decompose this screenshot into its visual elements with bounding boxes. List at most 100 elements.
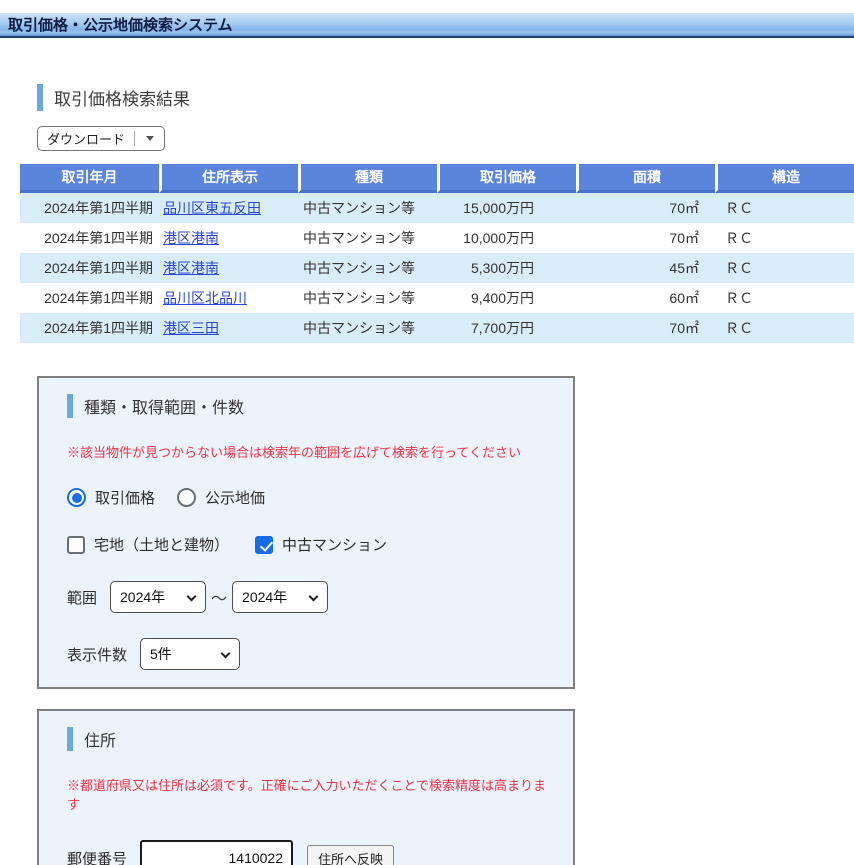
radio-transaction-price-label: 取引価格	[95, 487, 155, 508]
address-warning-text: ※都道府県又は住所は必須です。正確にご入力いただくことで検索精度は高まります	[67, 775, 553, 813]
cell-type: 中古マンション等	[298, 283, 437, 313]
table-header-row: 取引年月 住所表示 種類 取引価格 面積 構造	[20, 164, 854, 193]
column-header-price: 取引価格	[437, 164, 576, 193]
cell-price: 15,000万円	[437, 193, 576, 223]
chevron-down-icon	[187, 592, 197, 602]
checkbox-used-condo-label: 中古マンション	[282, 534, 387, 555]
cell-price: 5,300万円	[437, 253, 576, 283]
year-to-select[interactable]: 2024年	[232, 581, 328, 613]
cell-address: 品川区北品川	[159, 283, 298, 313]
property-type-checkbox-group: 宅地（土地と建物） 中古マンション	[67, 534, 553, 555]
table-row: 2024年第1四半期 品川区北品川 中古マンション等 9,400万円 60㎡ Ｒ…	[20, 283, 854, 313]
cell-price: 7,700万円	[437, 313, 576, 343]
postal-code-label: 郵便番号	[67, 848, 127, 865]
results-section-heading: 取引価格検索結果	[37, 84, 854, 111]
cell-structure: ＲＣ	[715, 193, 854, 223]
cell-period: 2024年第1四半期	[20, 193, 159, 223]
cell-period: 2024年第1四半期	[20, 313, 159, 343]
checkbox-used-condo-group[interactable]: 中古マンション	[255, 534, 387, 555]
table-row: 2024年第1四半期 港区港南 中古マンション等 10,000万円 70㎡ ＲＣ	[20, 223, 854, 253]
cell-address: 港区三田	[159, 313, 298, 343]
table-row: 2024年第1四半期 品川区東五反田 中古マンション等 15,000万円 70㎡…	[20, 193, 854, 223]
address-box: 住所 ※都道府県又は住所は必須です。正確にご入力いただくことで検索精度は高まりま…	[37, 709, 575, 865]
radio-transaction-price-group[interactable]: 取引価格	[67, 487, 155, 508]
cell-period: 2024年第1四半期	[20, 283, 159, 313]
cell-area: 70㎡	[576, 313, 715, 343]
address-link[interactable]: 港区港南	[163, 260, 219, 276]
display-count-select[interactable]: 5件	[140, 638, 240, 670]
year-range-row: 範囲 2024年 ～ 2024年	[67, 581, 553, 613]
caret-down-icon	[146, 136, 154, 141]
column-header-period: 取引年月	[20, 164, 159, 193]
address-title: 住所	[84, 727, 116, 751]
table-body: 2024年第1四半期 品川区東五反田 中古マンション等 15,000万円 70㎡…	[20, 193, 854, 343]
checkbox-residential-land[interactable]	[67, 536, 85, 554]
cell-price: 9,400万円	[437, 283, 576, 313]
cell-structure: ＲＣ	[715, 283, 854, 313]
criteria-box: 種類・取得範囲・件数 ※該当物件が見つからない場合は検索年の範囲を広げて検索を行…	[37, 376, 575, 689]
results-table: 取引年月 住所表示 種類 取引価格 面積 構造 2024年第1四半期 品川区東五…	[20, 164, 854, 343]
radio-transaction-price[interactable]	[67, 488, 86, 507]
radio-official-land-price-label: 公示地価	[205, 487, 265, 508]
cell-period: 2024年第1四半期	[20, 253, 159, 283]
display-count-row: 表示件数 5件	[67, 638, 553, 670]
year-from-select[interactable]: 2024年	[110, 581, 206, 613]
cell-structure: ＲＣ	[715, 313, 854, 343]
cell-structure: ＲＣ	[715, 253, 854, 283]
checkbox-residential-land-group[interactable]: 宅地（土地と建物）	[67, 534, 229, 555]
cell-price: 10,000万円	[437, 223, 576, 253]
cell-type: 中古マンション等	[298, 313, 437, 343]
heading-accent-bar	[37, 84, 43, 111]
chevron-down-icon	[309, 592, 319, 602]
cell-area: 45㎡	[576, 253, 715, 283]
postal-code-row: 郵便番号 住所へ反映	[67, 840, 553, 865]
cell-address: 港区港南	[159, 223, 298, 253]
column-header-address: 住所表示	[159, 164, 298, 193]
address-link[interactable]: 品川区東五反田	[163, 200, 261, 216]
download-button[interactable]: ダウンロード	[37, 126, 165, 151]
address-link[interactable]: 品川区北品川	[163, 290, 247, 306]
cell-type: 中古マンション等	[298, 193, 437, 223]
address-heading: 住所	[67, 727, 553, 751]
heading-accent-bar	[67, 394, 73, 418]
cell-type: 中古マンション等	[298, 223, 437, 253]
results-title: 取引価格検索結果	[54, 85, 190, 110]
chevron-down-icon	[221, 649, 231, 659]
column-header-type: 種類	[298, 164, 437, 193]
address-link[interactable]: 港区港南	[163, 230, 219, 246]
radio-official-land-price-group[interactable]: 公示地価	[177, 487, 265, 508]
display-count-label: 表示件数	[67, 644, 127, 665]
heading-accent-bar	[67, 727, 73, 751]
cell-area: 60㎡	[576, 283, 715, 313]
criteria-warning-text: ※該当物件が見つからない場合は検索年の範囲を広げて検索を行ってください	[67, 442, 553, 461]
criteria-heading: 種類・取得範囲・件数	[67, 394, 553, 418]
apply-to-address-button[interactable]: 住所へ反映	[307, 845, 394, 865]
year-to-value: 2024年	[242, 587, 287, 607]
address-link[interactable]: 港区三田	[163, 320, 219, 336]
table-row: 2024年第1四半期 港区港南 中古マンション等 5,300万円 45㎡ ＲＣ	[20, 253, 854, 283]
year-from-value: 2024年	[120, 587, 165, 607]
app-title-bar: 取引価格・公示地価検索システム	[0, 13, 854, 38]
cell-address: 品川区東五反田	[159, 193, 298, 223]
checkbox-residential-land-label: 宅地（土地と建物）	[94, 534, 229, 555]
cell-period: 2024年第1四半期	[20, 223, 159, 253]
radio-official-land-price[interactable]	[177, 488, 196, 507]
cell-structure: ＲＣ	[715, 223, 854, 253]
display-count-value: 5件	[150, 644, 172, 664]
price-type-radio-group: 取引価格 公示地価	[67, 487, 553, 508]
cell-address: 港区港南	[159, 253, 298, 283]
table-row: 2024年第1四半期 港区三田 中古マンション等 7,700万円 70㎡ ＲＣ	[20, 313, 854, 343]
column-header-structure: 構造	[715, 164, 854, 193]
cell-type: 中古マンション等	[298, 253, 437, 283]
download-dropdown-toggle[interactable]	[135, 136, 164, 141]
criteria-title: 種類・取得範囲・件数	[84, 394, 244, 418]
app-title: 取引価格・公示地価検索システム	[8, 17, 233, 34]
range-separator: ～	[211, 585, 227, 609]
download-button-label: ダウンロード	[38, 129, 134, 148]
postal-code-input[interactable]	[140, 840, 293, 865]
range-label: 範囲	[67, 587, 97, 608]
checkbox-used-condo[interactable]	[255, 536, 273, 554]
cell-area: 70㎡	[576, 193, 715, 223]
cell-area: 70㎡	[576, 223, 715, 253]
column-header-area: 面積	[576, 164, 715, 193]
